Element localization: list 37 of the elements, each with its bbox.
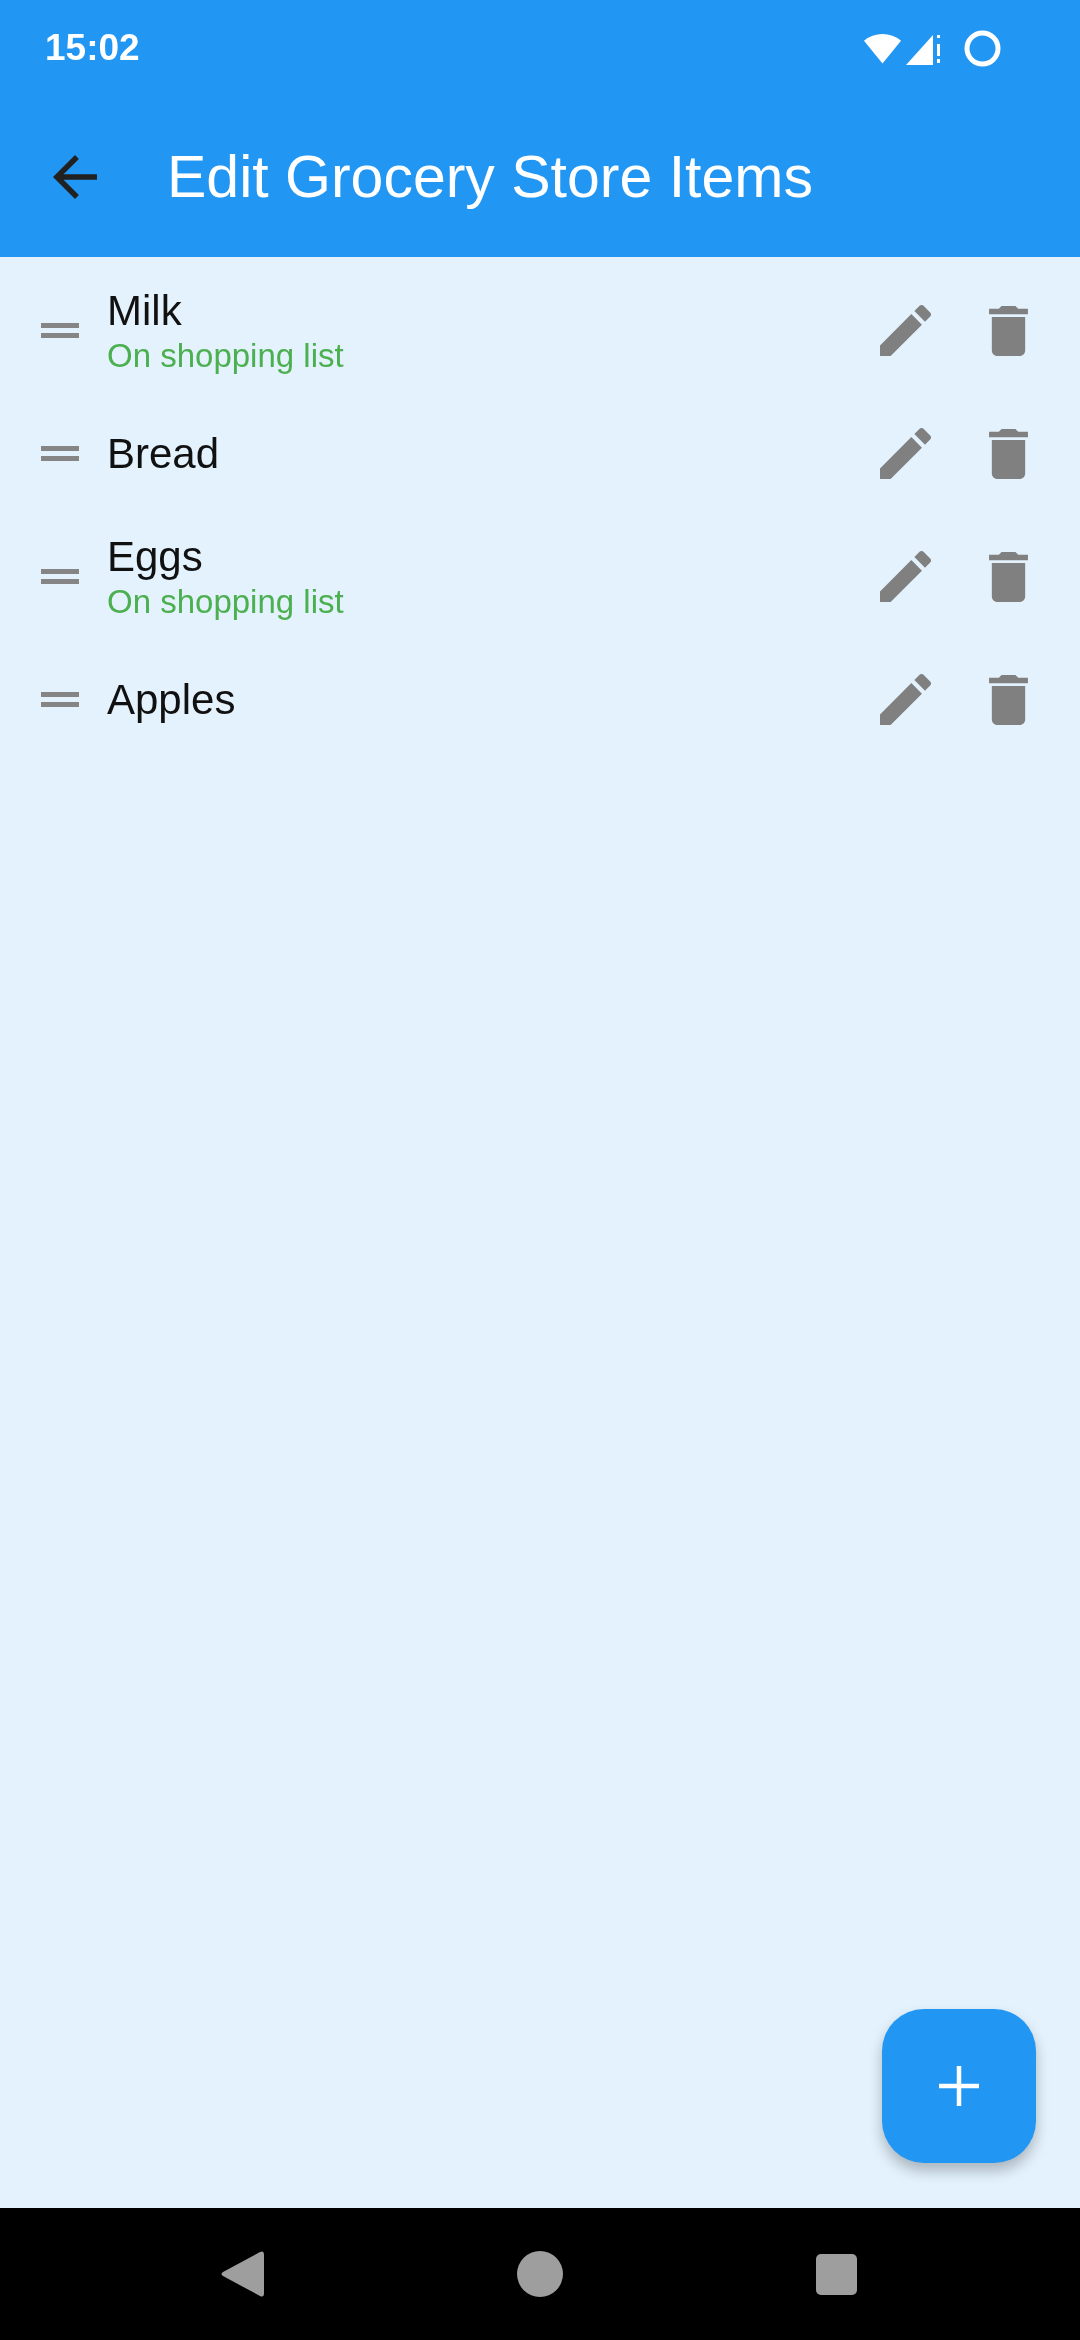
item-status: On shopping list	[107, 581, 344, 622]
add-button[interactable]	[882, 2009, 1036, 2163]
status-time: 15:02	[45, 27, 140, 69]
pencil-icon	[880, 674, 931, 725]
drag-handle-icon[interactable]	[41, 446, 79, 461]
trash-icon	[989, 551, 1028, 602]
drag-handle-icon[interactable]	[41, 323, 79, 338]
pencil-icon	[880, 305, 931, 356]
delete-button[interactable]	[989, 428, 1028, 479]
edit-button[interactable]	[880, 551, 931, 602]
back-button[interactable]	[53, 154, 97, 199]
home-icon[interactable]	[517, 2251, 563, 2297]
screen-title: Edit Grocery Store Items	[167, 142, 813, 211]
item-name: Bread	[107, 428, 220, 479]
back-arrow-icon	[53, 154, 97, 199]
ring-icon	[964, 29, 1001, 67]
trash-icon	[989, 428, 1028, 479]
back-icon[interactable]	[220, 2250, 264, 2298]
edit-button[interactable]	[880, 428, 931, 479]
delete-button[interactable]	[989, 551, 1028, 602]
wifi-icon	[863, 31, 902, 65]
item-status: On shopping list	[107, 335, 344, 376]
recents-icon[interactable]	[816, 2253, 857, 2295]
item-name: Milk	[107, 285, 182, 336]
pencil-icon	[880, 551, 931, 602]
edit-button[interactable]	[880, 305, 931, 356]
delete-button[interactable]	[989, 674, 1028, 725]
item-name: Eggs	[107, 531, 203, 582]
drag-handle-icon[interactable]	[41, 569, 79, 584]
trash-icon	[989, 305, 1028, 356]
delete-button[interactable]	[989, 305, 1028, 356]
drag-handle-icon[interactable]	[41, 692, 79, 707]
trash-icon	[989, 674, 1028, 725]
pencil-icon	[880, 428, 931, 479]
item-name: Apples	[107, 674, 236, 725]
edit-button[interactable]	[880, 674, 931, 725]
plus-icon	[939, 2066, 979, 2106]
